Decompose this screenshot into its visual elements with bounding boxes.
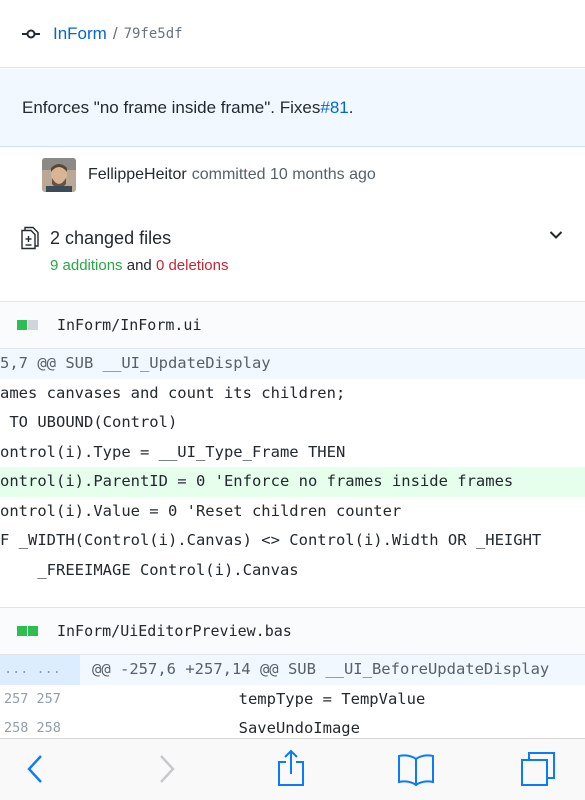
- code-line: ames canvases and count its children;: [0, 383, 346, 402]
- code-text: tempType = TempValue: [80, 689, 426, 708]
- author-name[interactable]: FellippeHeitor: [88, 166, 187, 184]
- hunk-header: 5,7 @@ SUB __UI_UpdateDisplay: [0, 349, 585, 379]
- line-numbers: ... ...: [0, 655, 80, 685]
- share-icon[interactable]: [277, 749, 305, 787]
- commit-icon: [22, 29, 40, 38]
- hunk-text: @@ -257,6 +257,14 @@ SUB __UI_BeforeUpda…: [92, 660, 550, 678]
- code-line: F _WIDTH(Control(i).Canvas) <> Control(i…: [0, 531, 542, 549]
- forward-arrow-icon[interactable]: [156, 753, 176, 785]
- avatar[interactable]: [42, 158, 76, 192]
- code-line: ontrol(i).Type = __UI_Type_Frame THEN: [0, 442, 346, 461]
- commit-sha: 79fe5df: [123, 25, 183, 42]
- issue-link[interactable]: #81: [320, 98, 348, 118]
- file-name: InForm/UiEditorPreview.bas: [57, 622, 292, 640]
- repo-link[interactable]: InForm: [53, 24, 107, 44]
- stats-and: and: [126, 257, 152, 274]
- chevron-down-icon[interactable]: [549, 230, 563, 240]
- tabs-icon[interactable]: [520, 751, 556, 787]
- committed-time: committed 10 months ago: [191, 166, 376, 183]
- added-code-line: ontrol(i).ParentID = 0 'Enforce no frame…: [0, 467, 585, 497]
- file-header-inform-ui[interactable]: InForm/InForm.ui: [0, 301, 585, 349]
- additions-count: 9 additions: [50, 257, 123, 274]
- diff-code-file-2: ... ... @@ -257,6 +257,14 @@ SUB __UI_Be…: [0, 655, 585, 738]
- book-icon[interactable]: [397, 753, 435, 787]
- commit-message: Enforces "no frame inside frame". Fixes …: [0, 69, 585, 147]
- line-numbers: 258 258: [4, 720, 61, 736]
- file-header-uieditorpreview[interactable]: InForm/UiEditorPreview.bas: [0, 607, 585, 655]
- hunk-header[interactable]: ... ... @@ -257,6 +257,14 @@ SUB __UI_Be…: [0, 655, 585, 685]
- code-line: 257 257 tempType = TempValue: [0, 685, 585, 715]
- path-separator: /: [112, 23, 118, 43]
- commit-message-end: .: [348, 97, 354, 117]
- browser-toolbar: [0, 738, 585, 800]
- deletions-count: 0 deletions: [155, 257, 229, 274]
- changed-files-count: 2 changed files: [50, 228, 172, 248]
- code-line: _FREEIMAGE Control(i).Canvas: [0, 560, 299, 579]
- file-diff-icon: [21, 226, 39, 250]
- commit-header: InForm / 79fe5df: [0, 0, 585, 68]
- code-line: 258 258 SaveUndoImage: [0, 714, 585, 738]
- commit-author-row: FellippeHeitor committed 10 months ago: [42, 157, 376, 193]
- diff-stats: 9 additions and 0 deletions: [50, 257, 229, 274]
- diffstat-icon: [17, 320, 39, 330]
- diff-code-file-1: 5,7 @@ SUB __UI_UpdateDisplay ames canva…: [0, 349, 585, 584]
- diffstat-icon: [17, 626, 39, 636]
- line-numbers: 257 257: [4, 690, 61, 707]
- commit-message-text: Enforces "no frame inside frame". Fixes: [22, 97, 321, 117]
- code-line: ontrol(i).Value = 0 'Reset children coun…: [0, 501, 402, 520]
- file-name: InForm/InForm.ui: [57, 316, 202, 334]
- changes-summary[interactable]: 2 changed files 9 additions and 0 deleti…: [0, 220, 585, 300]
- code-text: SaveUndoImage: [80, 719, 360, 737]
- back-arrow-icon[interactable]: [26, 753, 46, 785]
- code-line: TO UBOUND(Control): [0, 413, 178, 431]
